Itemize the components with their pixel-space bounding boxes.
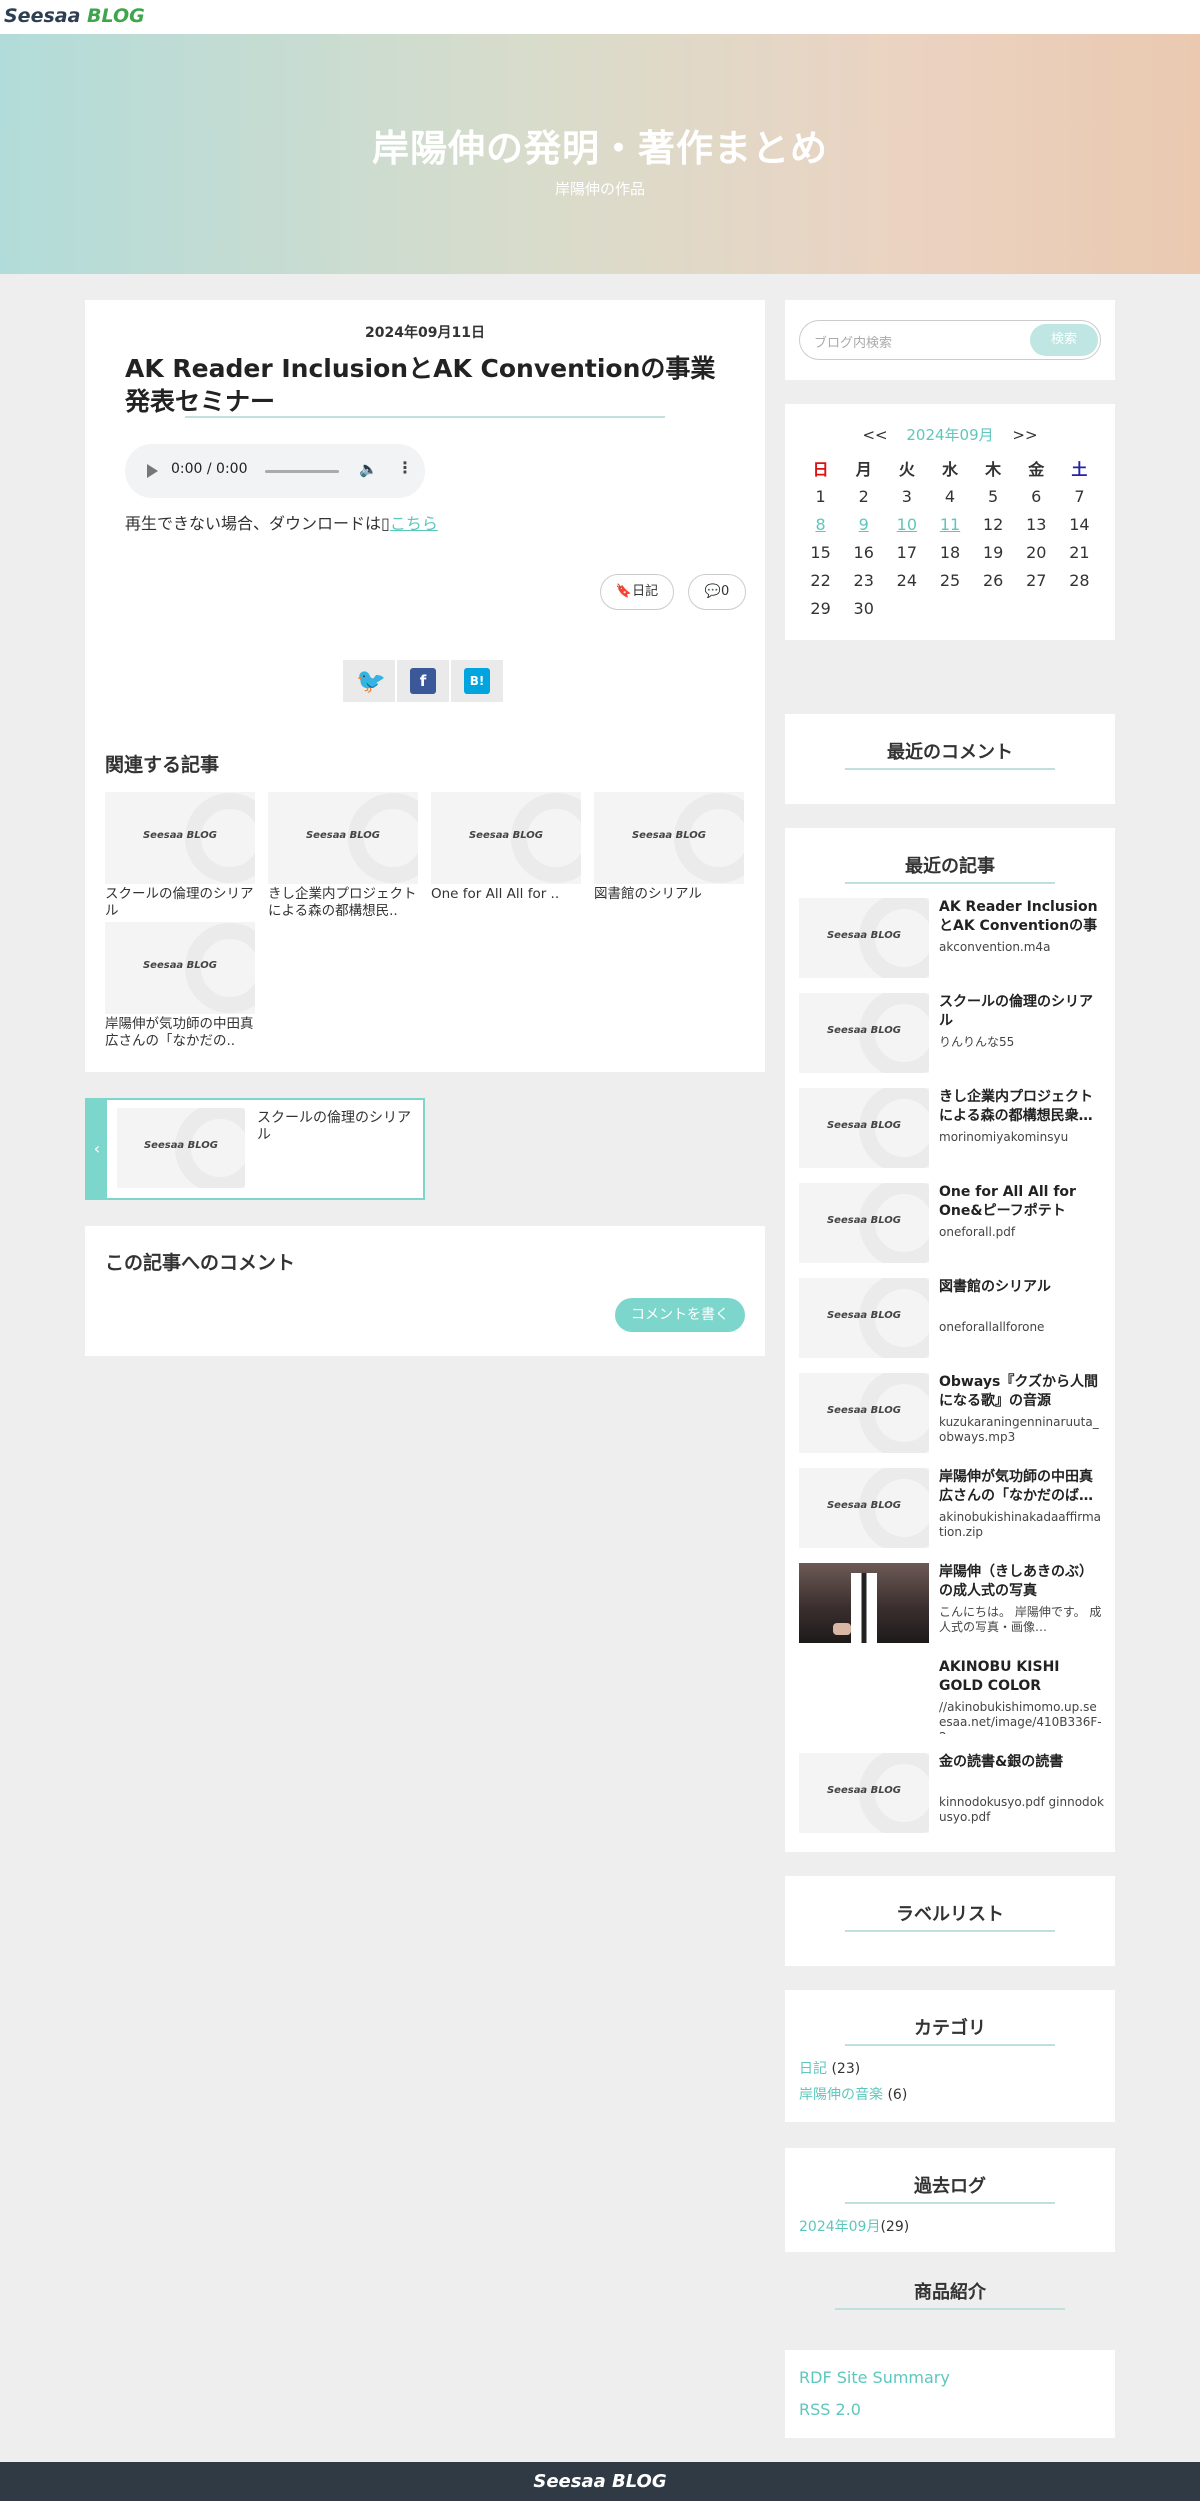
twitter-icon: 🐦 (356, 667, 386, 695)
audio-player[interactable]: 0:00 / 0:00 🔈 ⋮ (125, 444, 425, 498)
related-heading: 関連する記事 (105, 754, 220, 776)
calendar-day-link[interactable]: 10 (885, 510, 928, 538)
related-item[interactable]: Seesaa BLOG 岸陽伸が気功師の中田真広さんの「なかだの.. (105, 922, 255, 1050)
blog-subtitle: 岸陽伸の作品 (554, 180, 645, 198)
download-text: 再生できない場合、ダウンロードは▯こちら (125, 514, 438, 533)
comment-count-button[interactable]: 💬0 (688, 574, 746, 610)
archive-heading: 過去ログ (914, 2176, 986, 2197)
article-thumbnail: Seesaa BLOG (799, 898, 929, 978)
feeds-panel: RDF Site Summary RSS 2.0 (785, 2350, 1115, 2438)
recent-article-item[interactable]: Seesaa BLOG 岸陽伸が気功師の中田真広さんの「なかだのば… akino… (799, 1468, 1104, 1550)
comment-icon: 💬 (704, 584, 721, 599)
article-panel: 2024年09月11日 AK Reader InclusionとAK Conve… (85, 300, 765, 1072)
category-item[interactable]: 岸陽伸の音楽 (6) (799, 2084, 907, 2104)
recent-article-item[interactable]: 岸陽伸（きしあきのぶ）の成人式の写真 こんにちは。 岸陽伸です。 成人式の写真・… (799, 1563, 1104, 1645)
more-options-icon[interactable]: ⋮ (397, 458, 413, 477)
article-thumbnail: Seesaa BLOG (799, 1183, 929, 1263)
blog-title[interactable]: 岸陽伸の発明・著作まとめ (0, 118, 1200, 172)
related-item[interactable]: Seesaa BLOG 図書館のシリアル (594, 792, 744, 920)
calendar-day-link[interactable]: 8 (799, 510, 842, 538)
title-divider (185, 416, 665, 418)
recent-comments-panel: 最近のコメント (785, 714, 1115, 804)
prev-thumbnail: Seesaa BLOG (117, 1108, 245, 1188)
related-item[interactable]: Seesaa BLOG One for All All for .. (431, 792, 581, 920)
prev-article-title[interactable]: スクールの倫理のシリアル (257, 1110, 417, 1144)
archive-item[interactable]: 2024年09月(29) (799, 2216, 909, 2236)
recent-article-item[interactable]: Seesaa BLOG 図書館のシリアル oneforallallforone (799, 1278, 1104, 1360)
calendar-panel: << 2024年09月 >> 日月火水木金土 1234567 8 9 10 11 12 1… (785, 404, 1115, 640)
recent-comments-heading: 最近のコメント (887, 742, 1013, 763)
products-section: 商品紹介 (785, 2278, 1115, 2318)
recent-article-item[interactable]: AKINOBU KISHI GOLD COLOR //akinobukishim… (799, 1658, 1104, 1740)
category-heading: カテゴリ (914, 2018, 986, 2039)
article-thumbnail: Seesaa BLOG (799, 1373, 929, 1453)
article-thumbnail: Seesaa BLOG (799, 993, 929, 1073)
related-item[interactable]: Seesaa BLOG きし企業内プロジェクトによる森の都構想民.. (268, 792, 418, 920)
article-title: AK Reader InclusionとAK Conventionの事業発表セミ… (125, 354, 716, 416)
volume-icon[interactable]: 🔈 (359, 460, 378, 478)
category-panel: カテゴリ 日記 (23) 岸陽伸の音楽 (6) (785, 1990, 1115, 2122)
chevron-left-icon[interactable]: ‹ (87, 1100, 107, 1198)
calendar-day-link[interactable]: 11 (928, 510, 971, 538)
recent-article-item[interactable]: Seesaa BLOG きし企業内プロジェクトによる森の都構想民衆… morin… (799, 1088, 1104, 1170)
archive-panel: 過去ログ 2024年09月(29) (785, 2148, 1115, 2252)
rss-link[interactable]: RSS 2.0 (799, 2400, 861, 2419)
related-thumbnail: Seesaa BLOG (105, 922, 255, 1014)
article-photo (799, 1563, 929, 1643)
facebook-share-button[interactable]: f (397, 660, 449, 702)
related-item[interactable]: Seesaa BLOG スクールの倫理のシリアル (105, 792, 255, 920)
footer: Seesaa BLOG (0, 2462, 1200, 2501)
article-thumbnail: Seesaa BLOG (799, 1278, 929, 1358)
calendar-day-link[interactable]: 9 (842, 510, 885, 538)
recent-article-item[interactable]: Seesaa BLOG AK Reader InclusionとAK Conve… (799, 898, 1104, 980)
search-panel: ブログ内検索 検索 (785, 300, 1115, 380)
recent-article-item[interactable]: Seesaa BLOG Obways『クズから人間になる歌』の音源 kuzuka… (799, 1373, 1104, 1455)
rdf-link[interactable]: RDF Site Summary (799, 2368, 950, 2387)
blog-header: 岸陽伸の発明・著作まとめ 岸陽伸の作品 (0, 34, 1200, 274)
article-thumbnail (799, 1658, 929, 1738)
calendar-table: 日月火水木金土 1234567 8 9 10 11 12 13 14 15 16 17 18 19 2… (799, 454, 1101, 622)
label-list-heading: ラベルリスト (896, 1904, 1004, 1925)
bookmark-icon: 🔖 (615, 584, 633, 599)
tag-diary-button[interactable]: 🔖日記 (600, 574, 674, 610)
recent-article-item[interactable]: Seesaa BLOG 金の読書&銀の読書 kinnodokusyo.pdf g… (799, 1753, 1104, 1835)
recent-articles-heading: 最近の記事 (905, 856, 995, 877)
related-thumbnail: Seesaa BLOG (431, 792, 581, 884)
products-heading: 商品紹介 (914, 2282, 986, 2303)
comments-heading: この記事へのコメント (105, 1252, 296, 1274)
related-thumbnail: Seesaa BLOG (594, 792, 744, 884)
calendar-nav: << 2024年09月 >> (785, 424, 1115, 445)
label-list-panel: ラベルリスト (785, 1876, 1115, 1966)
calendar-next-link[interactable]: >> (1012, 426, 1037, 444)
article-date: 2024年09月11日 (365, 325, 485, 341)
calendar-month[interactable]: 2024年09月 (906, 426, 993, 444)
article-thumbnail: Seesaa BLOG (799, 1753, 929, 1833)
article-thumbnail: Seesaa BLOG (799, 1468, 929, 1548)
seesaa-logo[interactable]: Seesaa BLOG (4, 5, 145, 27)
download-link[interactable]: こちら (390, 514, 438, 533)
search-input[interactable]: ブログ内検索 検索 (799, 320, 1101, 360)
article-thumbnail: Seesaa BLOG (799, 1088, 929, 1168)
footer-logo[interactable]: Seesaa BLOG (533, 2471, 666, 2492)
hatena-icon: B! (464, 668, 490, 694)
facebook-icon: f (410, 668, 436, 694)
write-comment-button[interactable]: コメントを書く (615, 1298, 745, 1332)
related-thumbnail: Seesaa BLOG (105, 792, 255, 884)
recent-article-item[interactable]: Seesaa BLOG One for All All for One&ピーフポ… (799, 1183, 1104, 1265)
play-icon[interactable] (147, 464, 158, 478)
twitter-share-button[interactable]: 🐦 (343, 660, 395, 702)
recent-article-item[interactable]: Seesaa BLOG スクールの倫理のシリアル りんりんな55 (799, 993, 1104, 1075)
calendar-prev-link[interactable]: << (862, 426, 887, 444)
audio-time: 0:00 / 0:00 (171, 461, 248, 477)
top-bar: Seesaa BLOG (0, 0, 1200, 34)
related-thumbnail: Seesaa BLOG (268, 792, 418, 884)
search-button[interactable]: 検索 (1030, 324, 1098, 356)
comments-panel: この記事へのコメント コメントを書く (85, 1226, 765, 1356)
hatena-share-button[interactable]: B! (451, 660, 503, 702)
recent-articles-panel: 最近の記事 Seesaa BLOG AK Reader InclusionとAK… (785, 828, 1115, 1852)
audio-progress[interactable] (265, 470, 339, 473)
prev-article-link[interactable]: ‹ Seesaa BLOG スクールの倫理のシリアル (85, 1098, 425, 1200)
category-item[interactable]: 日記 (23) (799, 2058, 860, 2078)
